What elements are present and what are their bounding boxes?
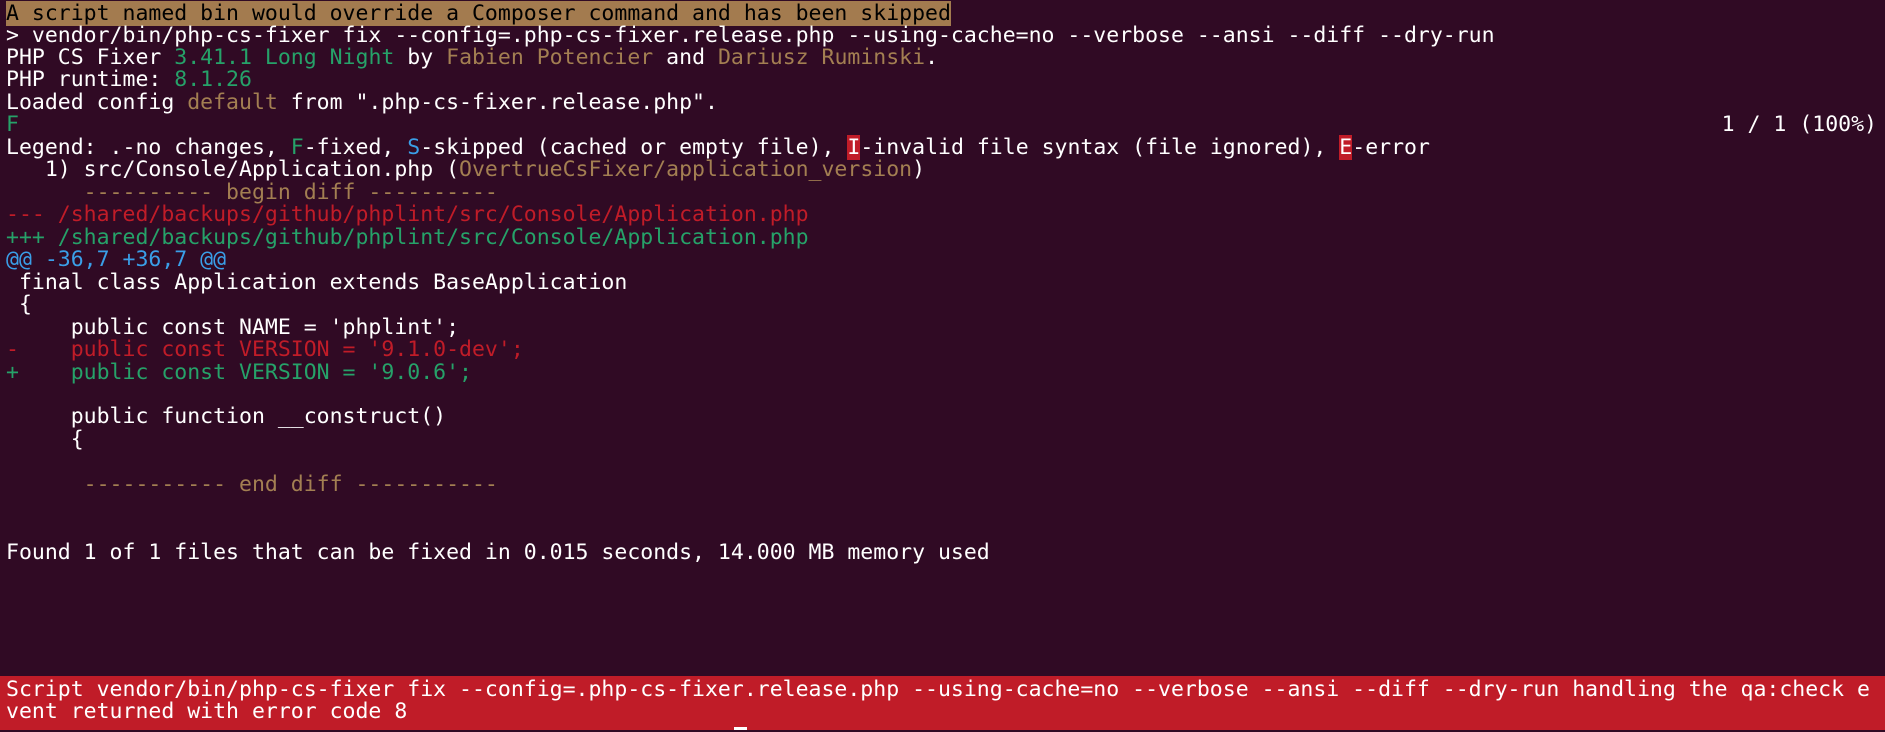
text-cursor: [734, 727, 747, 730]
author-2: Dariusz Ruminski: [717, 45, 926, 70]
summary-line: Found 1 of 1 files that can be fixed in …: [6, 540, 990, 565]
diff-context-line: final class Application extends BaseAppl…: [6, 270, 628, 295]
applied-rule: OvertrueCsFixer/application_version: [459, 157, 913, 182]
version-period: .: [925, 45, 939, 70]
config-name: default: [187, 90, 278, 115]
error-message-line: vent returned with error code 8: [6, 699, 408, 724]
config-line: Loaded config default from ".php-cs-fixe…: [6, 89, 718, 116]
version-by: by: [394, 45, 447, 70]
version-and: and: [653, 45, 718, 70]
legend-invalid-text: -invalid file syntax (file ignored),: [860, 135, 1340, 160]
error-message-block: Script vendor/bin/php-cs-fixer fix --con…: [0, 676, 1885, 730]
diff-added-line: + public const VERSION = '9.0.6';: [6, 360, 472, 385]
config-prefix: Loaded config: [6, 90, 188, 115]
legend-error-marker: E: [1339, 135, 1353, 160]
progress-counter: 1 / 1 (100%): [1721, 112, 1877, 137]
config-suffix: from ".php-cs-fixer.release.php".: [277, 90, 718, 115]
end-diff-marker: ----------- end diff -----------: [6, 472, 498, 497]
diff-context-line: {: [6, 427, 84, 452]
fixed-file-suffix: ): [912, 157, 926, 182]
legend-error-text: -error: [1352, 135, 1430, 160]
terminal-window[interactable]: A script named bin would override a Comp…: [0, 0, 1885, 732]
author-1: Fabien Potencier: [446, 45, 654, 70]
